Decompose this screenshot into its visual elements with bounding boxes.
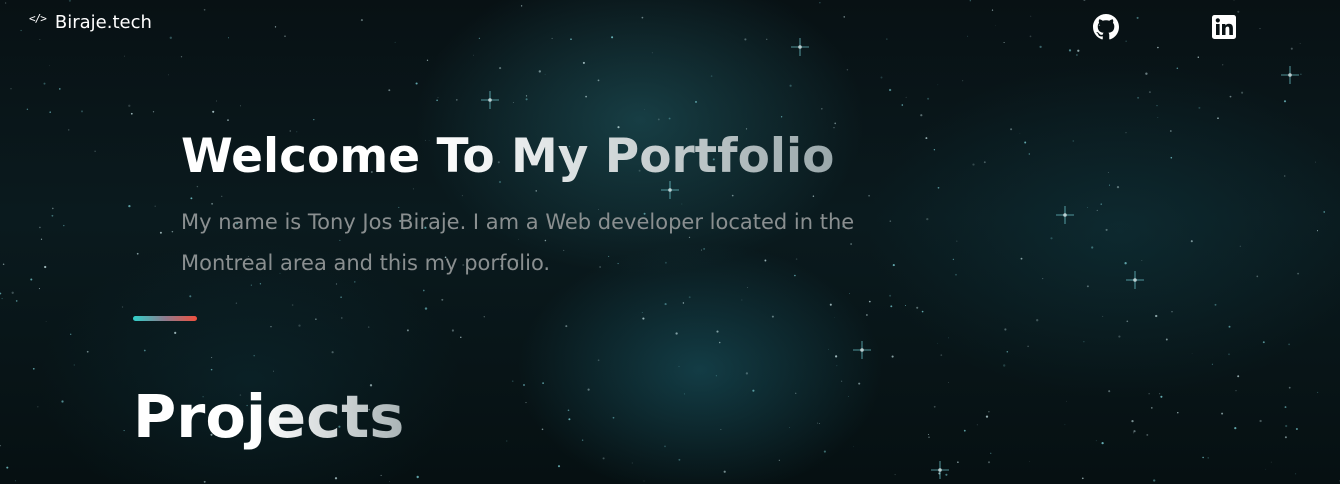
github-icon <box>1093 14 1119 40</box>
projects-heading: Projects <box>133 380 404 454</box>
linkedin-link[interactable] <box>1211 14 1237 40</box>
linkedin-icon <box>1212 15 1236 39</box>
code-icon: </> <box>29 12 47 25</box>
page: </> Biraje.tech Welcome To My Portfolio … <box>0 0 1340 484</box>
accent-divider <box>133 316 197 321</box>
hero-title: Welcome To My Portfolio <box>181 126 834 188</box>
github-link[interactable] <box>1093 14 1119 40</box>
brand-name: Biraje.tech <box>54 12 152 33</box>
brand-link[interactable]: </> Biraje.tech <box>29 12 152 33</box>
hero-intro: My name is Tony Jos Biraje. I am a Web d… <box>181 210 855 275</box>
